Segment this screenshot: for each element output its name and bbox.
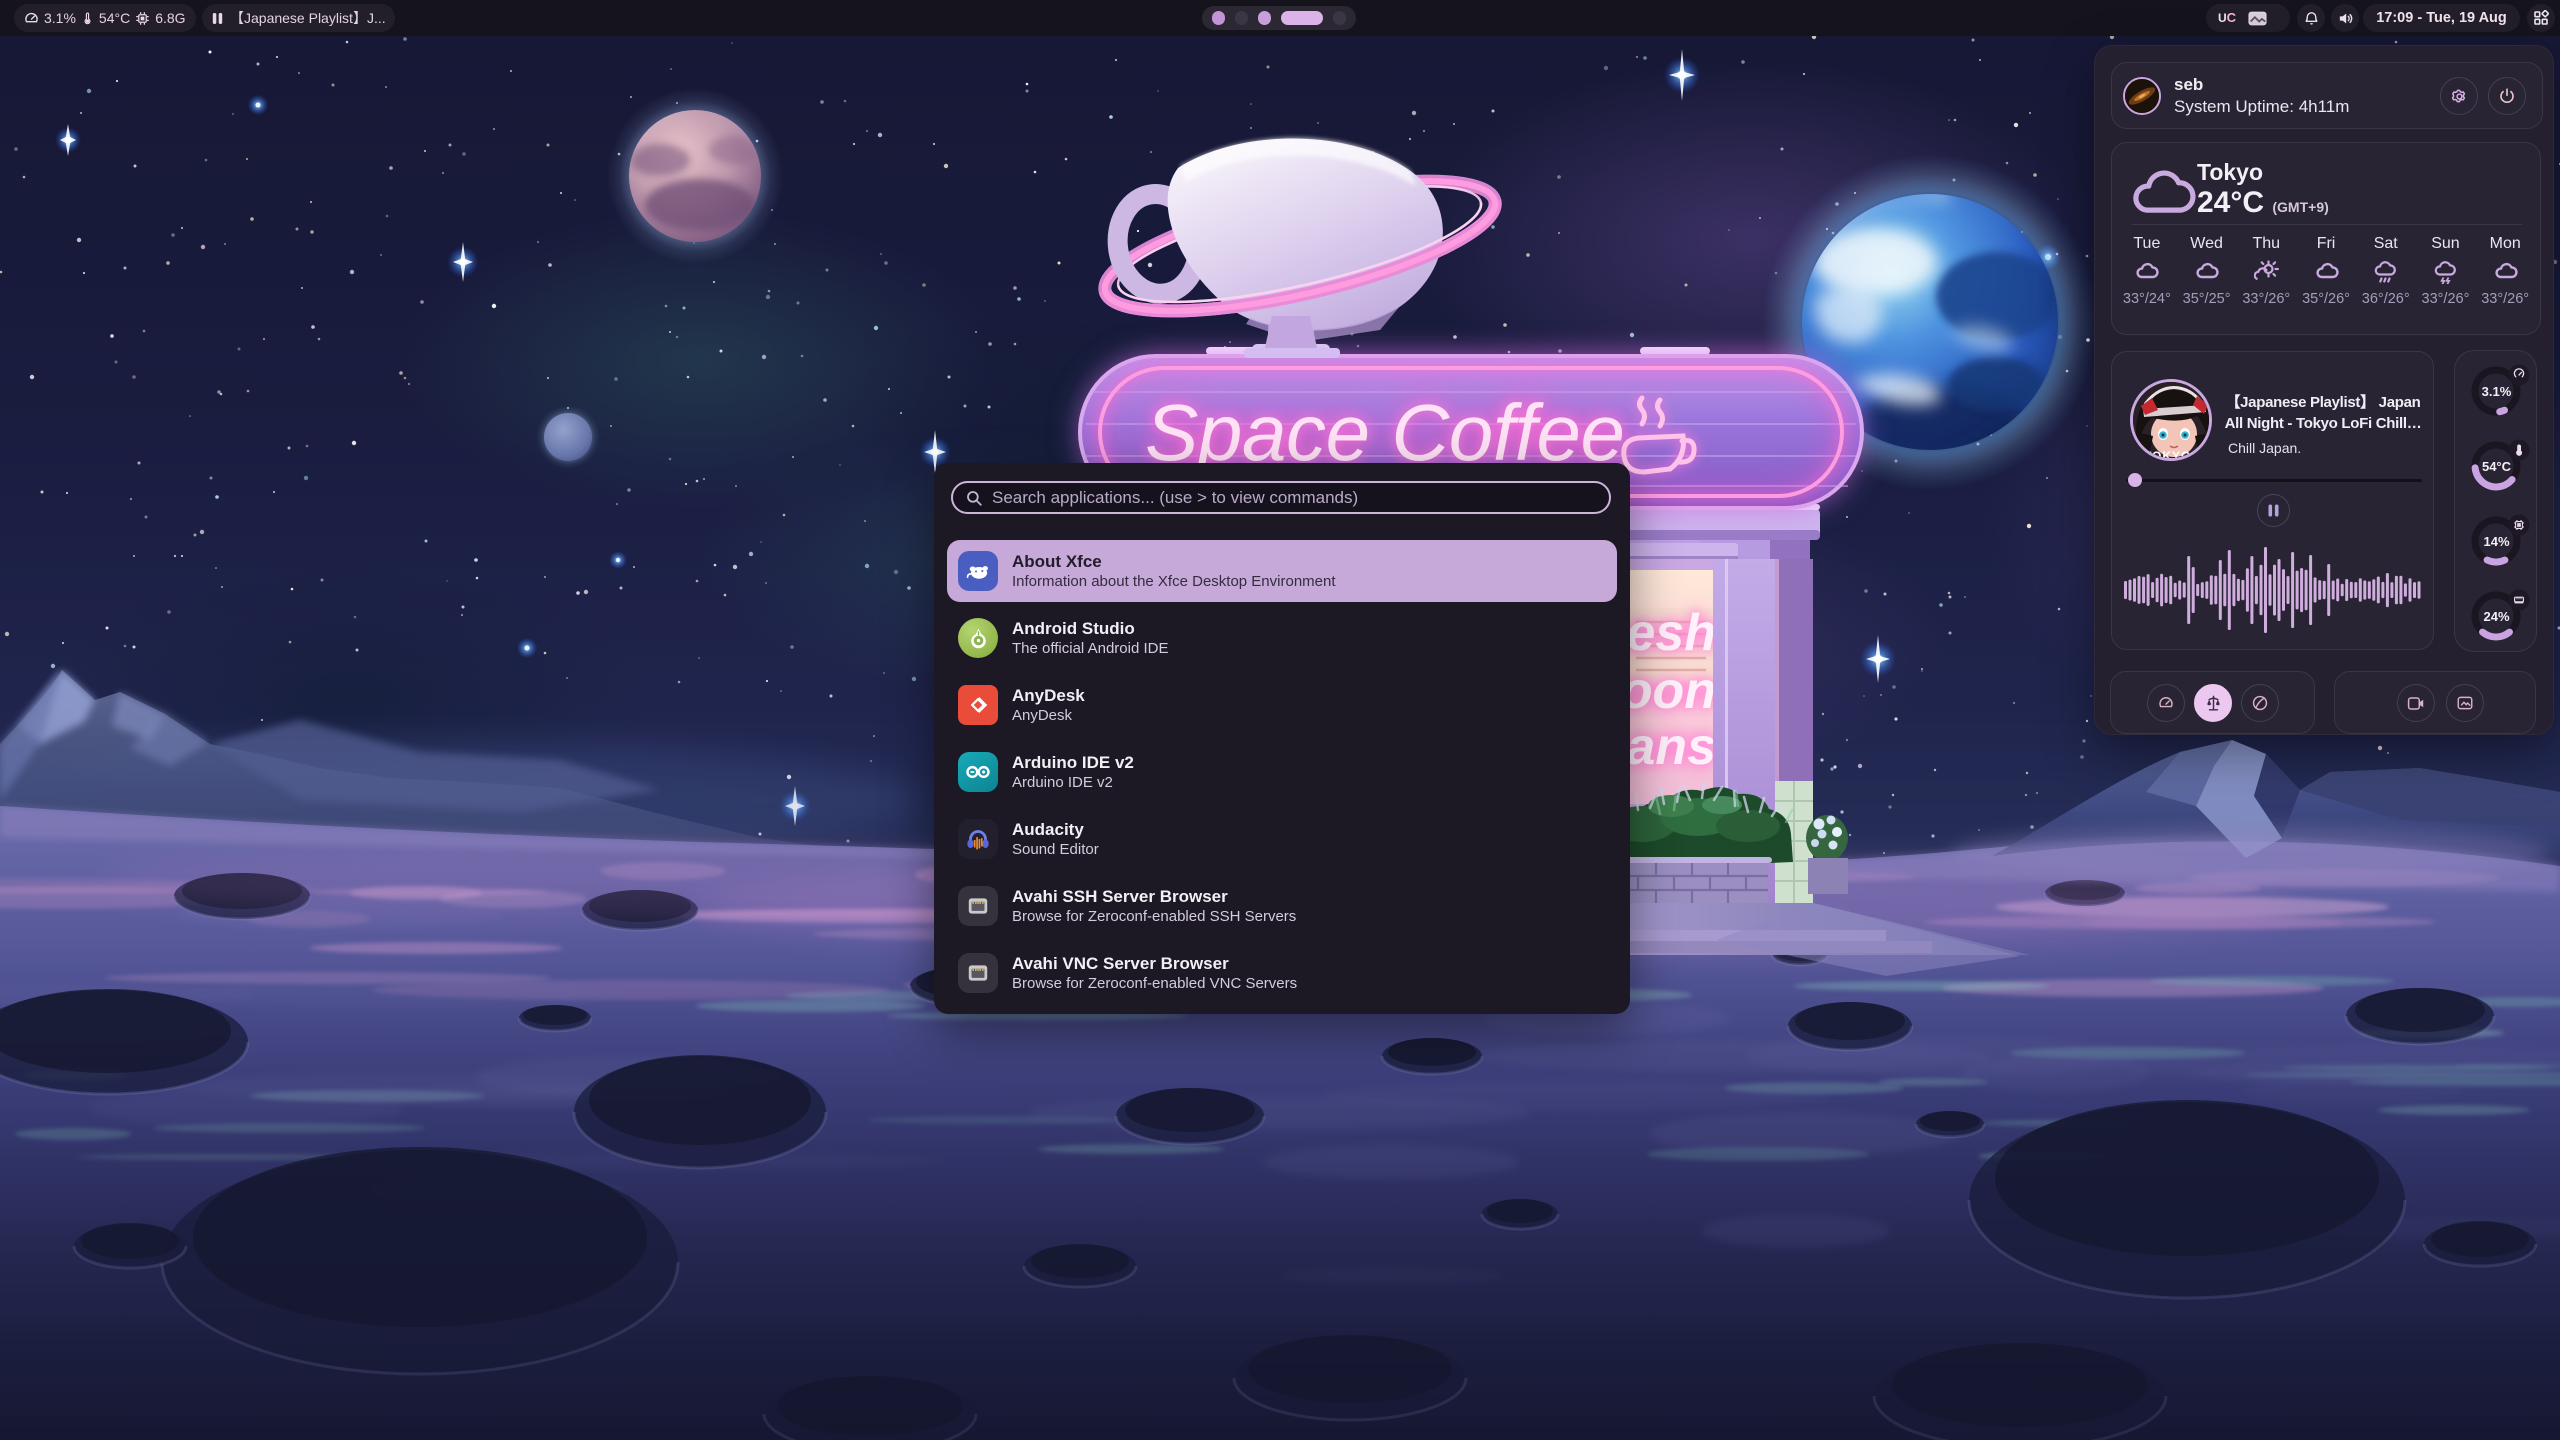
svg-text:TOKYO L: TOKYO L — [2144, 449, 2204, 461]
svg-text:oon: oon — [1621, 662, 1716, 720]
svg-text:esh: esh — [1626, 604, 1716, 662]
svg-text:ans: ans — [1626, 718, 1716, 776]
